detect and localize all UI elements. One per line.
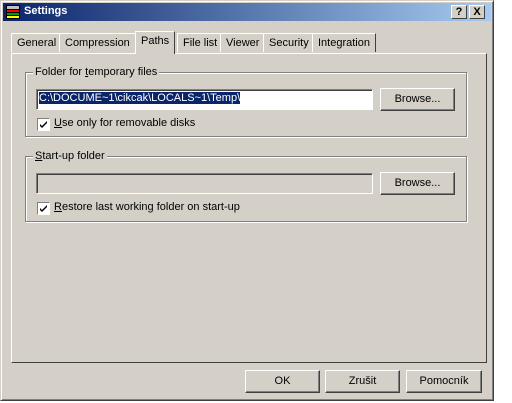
close-title-button[interactable]: X [469, 5, 485, 19]
restore-folder-label[interactable]: Restore last working folder on start-up [54, 201, 240, 213]
settings-dialog: Settings ? X General Compression Paths F… [0, 0, 494, 401]
window-title: Settings [24, 5, 68, 17]
tab-integration[interactable]: Integration [312, 33, 376, 52]
app-icon [6, 5, 20, 19]
temp-folder-value: C:\DOCUME~1\cikcak\LOCALS~1\Temp\ [39, 92, 241, 104]
startup-folder-group: Start-up folder Browse... Restore last w… [25, 150, 467, 222]
temp-folder-group: Folder for temporary files C:\DOCUME~1\c… [25, 66, 467, 137]
help-button[interactable]: Pomocník [406, 370, 482, 393]
tab-general[interactable]: General [11, 33, 63, 52]
tab-paths[interactable]: Paths [135, 31, 176, 54]
tab-file-list[interactable]: File list [177, 33, 224, 52]
removable-disks-label[interactable]: Use only for removable disks [54, 117, 195, 129]
startup-browse-button[interactable]: Browse... [380, 172, 455, 195]
restore-folder-checkbox[interactable] [37, 202, 50, 215]
removable-disks-checkbox[interactable] [37, 118, 50, 131]
help-title-button[interactable]: ? [451, 5, 467, 19]
startup-folder-legend: Start-up folder [33, 150, 107, 162]
tab-security[interactable]: Security [263, 33, 315, 52]
temp-browse-button[interactable]: Browse... [380, 88, 455, 111]
tab-viewer[interactable]: Viewer [220, 33, 266, 52]
temp-folder-legend: Folder for temporary files [33, 66, 160, 78]
check-mark-icon [40, 121, 47, 128]
title-bar[interactable]: Settings ? X [3, 3, 491, 21]
startup-folder-input[interactable] [36, 173, 373, 194]
cancel-button[interactable]: Zrušit [325, 370, 400, 393]
paths-tab-panel: Folder for temporary files C:\DOCUME~1\c… [11, 53, 487, 363]
temp-folder-input[interactable]: C:\DOCUME~1\cikcak\LOCALS~1\Temp\ [36, 89, 373, 110]
check-mark-icon [40, 205, 47, 212]
ok-button[interactable]: OK [245, 370, 320, 393]
tab-compression[interactable]: Compression [59, 33, 136, 52]
